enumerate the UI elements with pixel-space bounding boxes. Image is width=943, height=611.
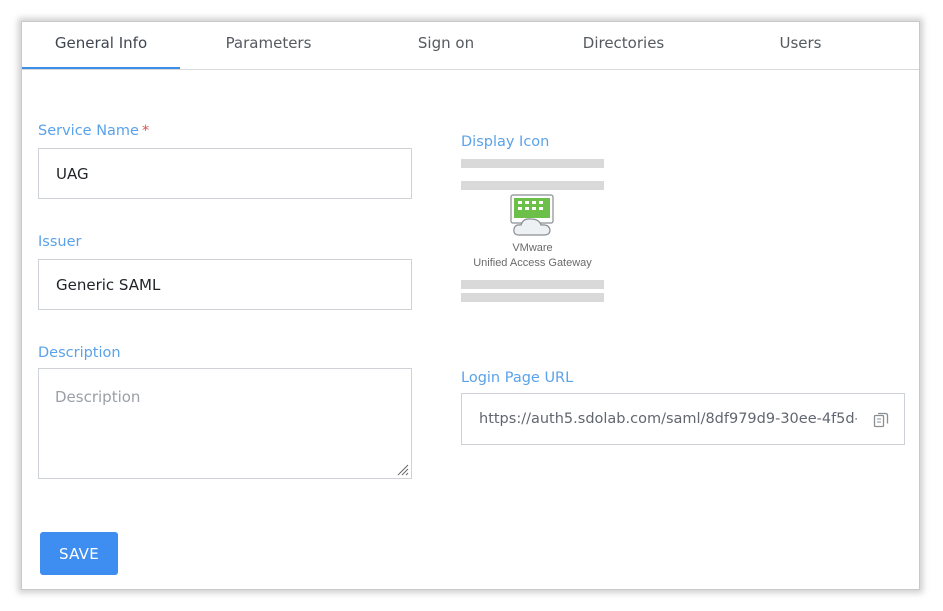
- service-name-label-text: Service Name: [38, 123, 139, 139]
- icon-text-vendor: VMware: [512, 242, 553, 254]
- tab-parameters[interactable]: Parameters: [180, 22, 357, 68]
- service-name-value: UAG: [56, 164, 89, 183]
- service-name-input[interactable]: UAG: [38, 148, 412, 199]
- icon-divider: [461, 280, 604, 289]
- tab-directories[interactable]: Directories: [535, 22, 712, 68]
- resize-handle-icon[interactable]: [397, 464, 409, 476]
- display-icon-label: Display Icon: [461, 134, 550, 150]
- vmware-uag-icon: [510, 194, 554, 236]
- issuer-value: Generic SAML: [56, 275, 161, 294]
- save-button[interactable]: SAVE: [40, 532, 118, 575]
- login-page-url-value: https://auth5.sdolab.com/saml/8df979d9-3…: [479, 411, 857, 427]
- service-name-label: Service Name *: [38, 123, 149, 139]
- login-page-url-field[interactable]: https://auth5.sdolab.com/saml/8df979d9-3…: [461, 393, 905, 445]
- required-marker: *: [141, 123, 150, 139]
- tab-general-info[interactable]: General Info: [22, 22, 180, 69]
- icon-divider: [461, 293, 604, 302]
- display-icon-preview[interactable]: VMware Unified Access Gateway: [461, 159, 604, 302]
- issuer-input[interactable]: Generic SAML: [38, 259, 412, 310]
- description-textarea[interactable]: Description: [38, 368, 412, 479]
- app-panel: General Info Parameters Sign on Director…: [21, 21, 920, 590]
- description-placeholder: Description: [55, 388, 141, 406]
- icon-divider: [461, 181, 604, 190]
- icon-divider: [461, 159, 604, 168]
- issuer-label: Issuer: [38, 234, 82, 250]
- tab-sign-on[interactable]: Sign on: [357, 22, 535, 68]
- tab-users[interactable]: Users: [712, 22, 889, 68]
- login-page-url-label: Login Page URL: [461, 370, 574, 386]
- copy-icon[interactable]: [872, 411, 890, 429]
- tab-bar: General Info Parameters Sign on Director…: [22, 22, 919, 70]
- description-label: Description: [38, 345, 121, 361]
- icon-text-product: Unified Access Gateway: [473, 257, 592, 269]
